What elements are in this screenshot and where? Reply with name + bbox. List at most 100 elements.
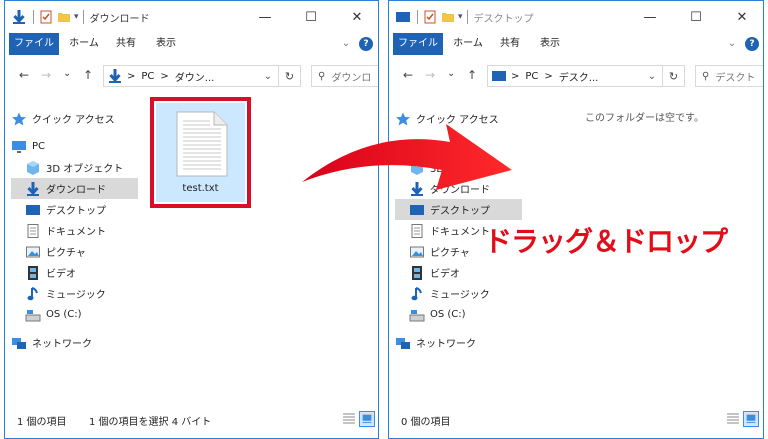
window-title: デスクトップ — [473, 13, 534, 25]
nav-network[interactable]: ネットワーク — [11, 332, 138, 353]
nav-network[interactable]: ネットワーク — [395, 332, 522, 353]
download-arrow-icon — [109, 69, 121, 83]
address-bar[interactable]: > PC > ダウン... ⌄ — [103, 65, 279, 87]
music-note-icon — [27, 286, 38, 300]
ribbon-expand-icon[interactable]: ⌄ — [339, 33, 353, 55]
nav-videos[interactable]: ビデオ — [11, 262, 138, 283]
help-icon[interactable]: ? — [359, 37, 373, 51]
customize-toolbar-icon[interactable]: ▾ — [74, 12, 79, 22]
nav-documents[interactable]: ドキュメント — [11, 220, 138, 241]
tab-view[interactable]: 表示 — [153, 33, 179, 55]
status-bar: 1 個の項目 1 個の項目を選択 4 バイト — [5, 402, 378, 438]
recent-locations-button[interactable]: ⌄ — [63, 68, 71, 79]
star-icon — [396, 112, 410, 125]
title-bar[interactable]: ▾ ダウンロード — ☐ ✕ — [5, 1, 378, 33]
star-icon — [12, 112, 26, 125]
selection-info: 1 個の項目を選択 4 バイト — [89, 417, 212, 428]
new-folder-icon[interactable] — [56, 9, 72, 25]
file-name-label: test.txt — [182, 183, 219, 194]
nav-pc[interactable]: PC — [395, 136, 522, 157]
navigation-pane: クイック アクセス PC 3D オブジェクト ダウンロード デスクトップ ドキュ… — [5, 97, 142, 401]
details-view-icon[interactable] — [341, 411, 357, 427]
nav-downloads[interactable]: ダウンロード — [395, 178, 522, 199]
window-title: ダウンロード — [89, 13, 150, 25]
nav-quick-access[interactable]: クイック アクセス — [395, 108, 522, 129]
tab-home[interactable]: ホーム — [67, 33, 101, 55]
forward-button[interactable]: → — [41, 68, 51, 82]
ribbon-expand-icon[interactable]: ⌄ — [725, 33, 739, 55]
breadcrumb-pc[interactable]: PC — [525, 71, 538, 82]
nav-3d-objects[interactable]: 3D オブジェクト — [11, 157, 138, 178]
up-button[interactable]: ↑ — [83, 68, 93, 82]
maximize-button[interactable]: ☐ — [288, 1, 334, 33]
nav-3d-objects[interactable]: 3D オブジェクト — [395, 157, 522, 178]
large-icons-view-icon[interactable] — [359, 411, 375, 427]
tab-view[interactable]: 表示 — [537, 33, 563, 55]
tab-share[interactable]: 共有 — [113, 33, 139, 55]
film-strip-icon — [412, 265, 422, 280]
address-bar[interactable]: > PC > デスク... ⌄ — [487, 65, 663, 87]
film-strip-icon — [28, 265, 38, 280]
large-icons-view-icon[interactable] — [743, 411, 759, 427]
pc-monitor-icon — [396, 140, 410, 153]
close-button[interactable]: ✕ — [719, 1, 763, 33]
close-button[interactable]: ✕ — [334, 1, 378, 33]
help-icon[interactable]: ? — [745, 37, 759, 51]
nav-music[interactable]: ミュージック — [11, 283, 138, 304]
tab-file[interactable]: ファイル — [9, 33, 59, 55]
search-box[interactable]: ⚲ ダウンロ — [311, 65, 378, 87]
search-icon: ⚲ — [702, 70, 710, 82]
search-box[interactable]: ⚲ デスクト — [695, 65, 763, 87]
properties-icon[interactable] — [38, 9, 54, 25]
document-icon — [411, 223, 423, 238]
forward-button[interactable]: → — [425, 68, 435, 82]
recent-locations-button[interactable]: ⌄ — [447, 68, 455, 79]
item-count: 0 個の項目 — [401, 417, 451, 428]
nav-os-drive[interactable]: OS (C:) — [11, 304, 138, 325]
nav-desktop[interactable]: デスクトップ — [11, 199, 138, 220]
nav-music[interactable]: ミュージック — [395, 283, 522, 304]
desktop-icon[interactable] — [395, 9, 411, 25]
address-dropdown-icon[interactable]: ⌄ — [648, 71, 656, 82]
details-view-icon[interactable] — [725, 411, 741, 427]
properties-icon[interactable] — [422, 9, 438, 25]
refresh-button[interactable]: ↻ — [279, 65, 301, 87]
status-bar: 0 個の項目 — [389, 402, 763, 438]
network-icon — [396, 337, 410, 349]
minimize-button[interactable]: — — [242, 1, 288, 33]
nav-downloads[interactable]: ダウンロード — [11, 178, 138, 199]
breadcrumb-separator: > — [511, 70, 520, 82]
minimize-button[interactable]: — — [627, 1, 673, 33]
nav-pictures[interactable]: ピクチャ — [11, 241, 138, 262]
download-arrow-icon[interactable] — [11, 9, 27, 25]
navigation-bar: ← → ⌄ ↑ > PC > デスク... ⌄ ↻ ⚲ デスクト — [389, 55, 763, 97]
file-tile-selection: test.txt — [156, 103, 245, 202]
address-dropdown-icon[interactable]: ⌄ — [264, 71, 272, 82]
nav-videos[interactable]: ビデオ — [395, 262, 522, 283]
nav-quick-access[interactable]: クイック アクセス — [11, 108, 138, 129]
nav-desktop[interactable]: デスクトップ — [395, 199, 522, 220]
back-button[interactable]: ← — [403, 68, 413, 82]
tab-share[interactable]: 共有 — [497, 33, 523, 55]
drive-icon — [25, 309, 41, 321]
refresh-button[interactable]: ↻ — [663, 65, 685, 87]
tab-file[interactable]: ファイル — [393, 33, 443, 55]
breadcrumb-current[interactable]: ダウン... — [175, 69, 215, 84]
nav-os-drive[interactable]: OS (C:) — [395, 304, 522, 325]
new-folder-icon[interactable] — [440, 9, 456, 25]
nav-pc[interactable]: PC — [11, 136, 138, 157]
drive-icon — [409, 309, 425, 321]
ribbon-tabs: ファイル ホーム 共有 表示 ⌄ ? — [389, 33, 763, 56]
drag-and-drop-label: ドラッグ＆ドロップ — [484, 225, 728, 258]
maximize-button[interactable]: ☐ — [673, 1, 719, 33]
breadcrumb-current[interactable]: デスク... — [559, 69, 599, 84]
back-button[interactable]: ← — [19, 68, 29, 82]
navigation-bar: ← → ⌄ ↑ > PC > ダウン... ⌄ ↻ ⚲ ダウンロ — [5, 55, 378, 97]
file-tile-test-txt[interactable]: test.txt — [150, 97, 251, 208]
cube-3d-icon — [411, 160, 423, 175]
breadcrumb-pc[interactable]: PC — [141, 71, 154, 82]
customize-toolbar-icon[interactable]: ▾ — [458, 12, 463, 22]
title-bar[interactable]: ▾ デスクトップ — ☐ ✕ — [389, 1, 763, 33]
up-button[interactable]: ↑ — [467, 68, 477, 82]
tab-home[interactable]: ホーム — [451, 33, 485, 55]
